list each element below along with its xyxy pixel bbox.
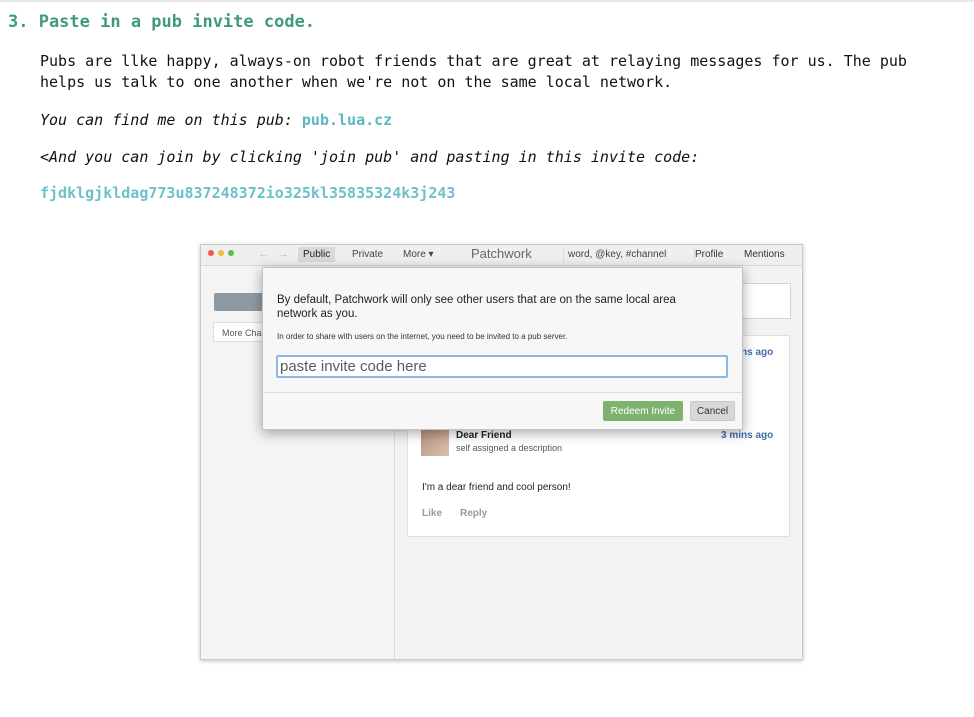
mentions-link[interactable]: Mentions — [744, 247, 785, 262]
search-input[interactable]: word, @key, #channel — [563, 247, 695, 262]
invite-modal: By default, Patchwork will only see othe… — [262, 267, 743, 430]
find-pub-prefix: You can find me on this pub: — [40, 111, 302, 129]
window-titlebar: ← → Public Private More ▾ Patchwork word… — [201, 245, 802, 266]
avatar[interactable] — [421, 428, 449, 456]
cancel-button[interactable]: Cancel — [690, 401, 735, 421]
compose-box[interactable] — [737, 283, 791, 319]
modal-message: By default, Patchwork will only see othe… — [277, 294, 676, 320]
patchwork-screenshot: ← → Public Private More ▾ Patchwork word… — [200, 244, 803, 660]
invite-code: fjdklgjkldag773u837248372io325kl35835324… — [40, 184, 456, 202]
tab-more[interactable]: More ▾ — [398, 247, 439, 262]
modal-divider — [263, 392, 742, 393]
pub-link[interactable]: pub.lua.cz — [302, 111, 392, 129]
post-author[interactable]: Dear Friend — [456, 430, 512, 441]
app-name: Patchwork — [471, 246, 532, 261]
forward-arrow-icon[interactable]: → — [278, 248, 289, 260]
profile-link[interactable]: Profile — [695, 247, 723, 262]
reply-button[interactable]: Reply — [460, 508, 487, 519]
join-instructions: <And you can join by clicking 'join pub'… — [40, 148, 700, 166]
post-timestamp[interactable]: 3 mins ago — [721, 430, 773, 441]
find-pub-line: You can find me on this pub: pub.lua.cz — [40, 110, 392, 131]
redeem-invite-button[interactable]: Redeem Invite — [603, 401, 683, 421]
top-divider — [0, 0, 974, 2]
back-arrow-icon[interactable]: ← — [258, 248, 269, 260]
post-description: self assigned a description — [456, 443, 563, 453]
maximize-window-icon[interactable] — [228, 250, 234, 256]
minimize-window-icon[interactable] — [218, 250, 224, 256]
post-body: I'm a dear friend and cool person! — [422, 482, 571, 493]
invite-code-input[interactable] — [276, 355, 728, 378]
tab-private[interactable]: Private — [347, 247, 388, 262]
close-window-icon[interactable] — [208, 250, 214, 256]
step-heading: 3. Paste in a pub invite code. — [8, 12, 316, 32]
intro-paragraph: Pubs are llke happy, always-on robot fri… — [40, 52, 907, 91]
like-button[interactable]: Like — [422, 508, 442, 519]
tab-public[interactable]: Public — [298, 247, 336, 262]
timestamp[interactable]: ns ago — [741, 347, 773, 358]
modal-subtext: In order to share with users on the inte… — [277, 332, 568, 341]
